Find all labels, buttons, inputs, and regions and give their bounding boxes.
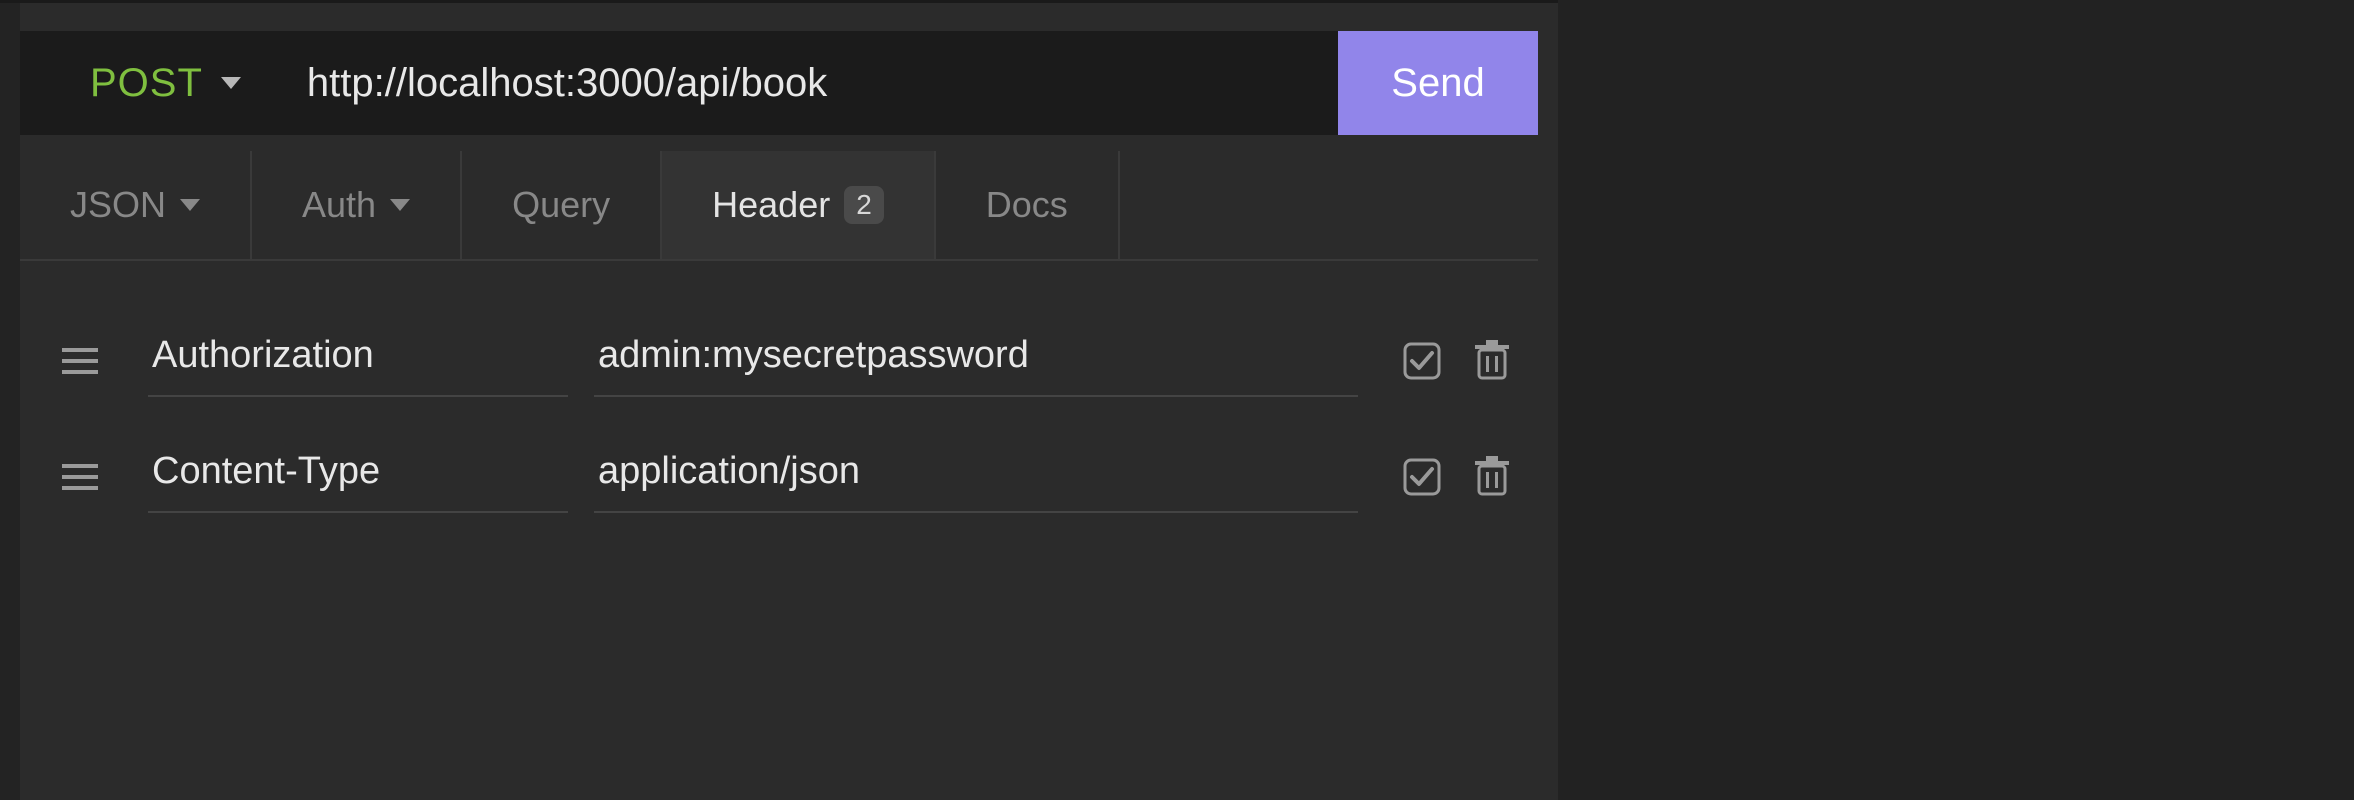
toggle-header-checkbox[interactable] <box>1394 333 1450 389</box>
tab-query-label: Query <box>512 184 610 226</box>
tab-auth[interactable]: Auth <box>252 151 460 259</box>
drag-handle-icon[interactable] <box>56 346 104 376</box>
chevron-down-icon <box>390 199 410 211</box>
request-tabs: JSON Auth Query Header 2 Docs <box>20 151 1538 261</box>
chevron-down-icon <box>221 77 241 89</box>
header-row <box>20 303 1538 419</box>
url-input[interactable] <box>281 31 1338 135</box>
request-panel: POST Send JSON Auth Query Header 2 Docs <box>0 0 1558 800</box>
method-dropdown[interactable]: POST <box>20 31 281 135</box>
tab-separator <box>1118 151 1120 259</box>
send-button[interactable]: Send <box>1338 31 1538 135</box>
tab-header[interactable]: Header 2 <box>660 151 936 259</box>
header-count-badge: 2 <box>844 186 884 224</box>
header-name-input[interactable] <box>148 325 568 397</box>
drag-handle-icon[interactable] <box>56 462 104 492</box>
header-name-input[interactable] <box>148 441 568 513</box>
header-row <box>20 419 1538 535</box>
toggle-header-checkbox[interactable] <box>1394 449 1450 505</box>
tab-query[interactable]: Query <box>462 151 660 259</box>
chevron-down-icon <box>180 199 200 211</box>
url-bar: POST Send <box>20 31 1538 135</box>
left-gutter <box>0 3 20 800</box>
header-value-input[interactable] <box>594 441 1358 513</box>
tab-docs-label: Docs <box>986 184 1068 226</box>
header-value-input[interactable] <box>594 325 1358 397</box>
tab-docs[interactable]: Docs <box>936 151 1118 259</box>
tab-body-label: JSON <box>70 184 166 226</box>
delete-header-button[interactable] <box>1464 333 1520 389</box>
headers-list <box>20 303 1538 535</box>
tab-auth-label: Auth <box>302 184 376 226</box>
tab-header-label: Header <box>712 184 830 226</box>
delete-header-button[interactable] <box>1464 449 1520 505</box>
method-label: POST <box>90 61 203 106</box>
tab-body[interactable]: JSON <box>20 151 250 259</box>
response-panel-placeholder <box>1558 0 2354 800</box>
